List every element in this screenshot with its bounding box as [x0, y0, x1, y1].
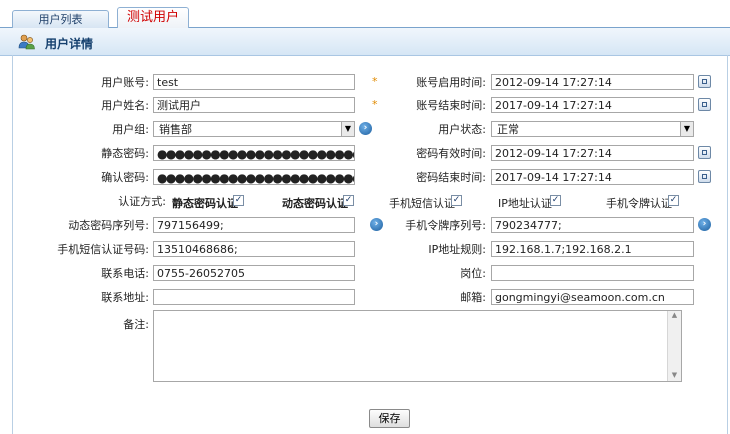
auth-token-label: 手机令牌认证	[606, 197, 672, 210]
arrow-right-icon[interactable]: ›	[370, 218, 383, 231]
required-mark: *	[372, 98, 378, 111]
ip-rule-input[interactable]: 192.168.1.7;192.168.2.1	[491, 241, 694, 257]
scroll-down-icon[interactable]: ▼	[668, 371, 681, 379]
password-end-time-input[interactable]: 2017-09-14 17:27:14	[491, 169, 694, 185]
users-icon	[18, 33, 36, 51]
auth-ip-label: IP地址认证	[498, 197, 552, 210]
chevron-down-icon[interactable]: ▼	[680, 122, 693, 136]
title-bar	[0, 28, 730, 56]
account-label: 用户账号:	[101, 76, 149, 89]
tab-user-list[interactable]: 用户列表	[12, 10, 109, 28]
group-select-value: 销售部	[159, 123, 192, 136]
calendar-icon[interactable]	[698, 75, 711, 88]
sms-number-input[interactable]: 13510468686;	[153, 241, 355, 257]
dynamic-serial-label: 动态密码序列号:	[68, 219, 149, 232]
auth-method-label: 认证方式:	[118, 195, 166, 208]
calendar-icon[interactable]	[698, 98, 711, 111]
auth-sms-checkbox[interactable]: ✓	[451, 195, 462, 206]
required-mark: *	[372, 75, 378, 88]
password-valid-time-label: 密码有效时间:	[416, 147, 486, 160]
remark-scrollbar[interactable]: ▲ ▼	[667, 311, 681, 381]
dynamic-serial-input[interactable]: 797156499;	[153, 217, 355, 233]
save-button[interactable]: 保存	[369, 409, 410, 428]
name-label: 用户姓名:	[101, 99, 149, 112]
arrow-right-icon[interactable]: ›	[698, 218, 711, 231]
token-serial-label: 手机令牌序列号:	[405, 219, 486, 232]
remark-label: 备注:	[123, 318, 149, 331]
address-label: 联系地址:	[101, 291, 149, 304]
auth-dynamic-label: 动态密码认证	[282, 197, 348, 210]
auth-dynamic-checkbox[interactable]: ✓	[343, 195, 354, 206]
status-select[interactable]: 正常 ▼	[491, 121, 694, 137]
auth-static-label: 静态密码认证	[172, 197, 238, 210]
tab-strip	[0, 0, 730, 28]
address-input[interactable]	[153, 289, 355, 305]
auth-static-checkbox[interactable]: ✓	[233, 195, 244, 206]
confirm-password-input[interactable]: ●●●●●●●●●●●●●●●●●●●●●●●●●●●●●●●●●●●●●●●●…	[153, 169, 355, 185]
status-select-value: 正常	[497, 123, 519, 136]
account-input[interactable]: test	[153, 74, 355, 90]
name-input[interactable]: 测试用户	[153, 97, 355, 113]
end-time-label: 账号结束时间:	[416, 99, 486, 112]
confirm-password-label: 确认密码:	[101, 171, 149, 184]
scroll-up-icon[interactable]: ▲	[668, 311, 681, 319]
position-label: 岗位:	[460, 267, 486, 280]
token-serial-input[interactable]: 790234777;	[491, 217, 694, 233]
sms-number-label: 手机短信认证号码:	[57, 243, 149, 256]
auth-ip-checkbox[interactable]: ✓	[550, 195, 561, 206]
chevron-down-icon[interactable]: ▼	[341, 122, 354, 136]
email-label: 邮箱:	[460, 291, 486, 304]
password-end-time-label: 密码结束时间:	[416, 171, 486, 184]
phone-label: 联系电话:	[101, 267, 149, 280]
static-password-label: 静态密码:	[101, 147, 149, 160]
status-label: 用户状态:	[438, 123, 486, 136]
static-password-input[interactable]: ●●●●●●●●●●●●●●●●●●●●●●●●●●●●●●●●●●●●●●●●…	[153, 145, 355, 161]
tab-test-user[interactable]: 测试用户	[117, 7, 189, 28]
auth-token-checkbox[interactable]: ✓	[668, 195, 679, 206]
enable-time-input[interactable]: 2012-09-14 17:27:14	[491, 74, 694, 90]
end-time-input[interactable]: 2017-09-14 17:27:14	[491, 97, 694, 113]
page-title: 用户详情	[45, 37, 94, 51]
panel-border-left	[12, 55, 13, 434]
panel-border-right	[727, 55, 728, 434]
group-label: 用户组:	[112, 123, 149, 136]
enable-time-label: 账号启用时间:	[416, 76, 486, 89]
auth-sms-label: 手机短信认证	[389, 197, 455, 210]
phone-input[interactable]: 0755-26052705	[153, 265, 355, 281]
calendar-icon[interactable]	[698, 146, 711, 159]
ip-rule-label: IP地址规则:	[428, 243, 486, 256]
remark-textarea[interactable]: ▲ ▼	[153, 310, 682, 382]
password-valid-time-input[interactable]: 2012-09-14 17:27:14	[491, 145, 694, 161]
calendar-icon[interactable]	[698, 170, 711, 183]
arrow-right-icon[interactable]: ›	[359, 122, 372, 135]
position-input[interactable]	[491, 265, 694, 281]
email-input[interactable]: gongmingyi@seamoon.com.cn	[491, 289, 694, 305]
group-select[interactable]: 销售部 ▼	[153, 121, 355, 137]
